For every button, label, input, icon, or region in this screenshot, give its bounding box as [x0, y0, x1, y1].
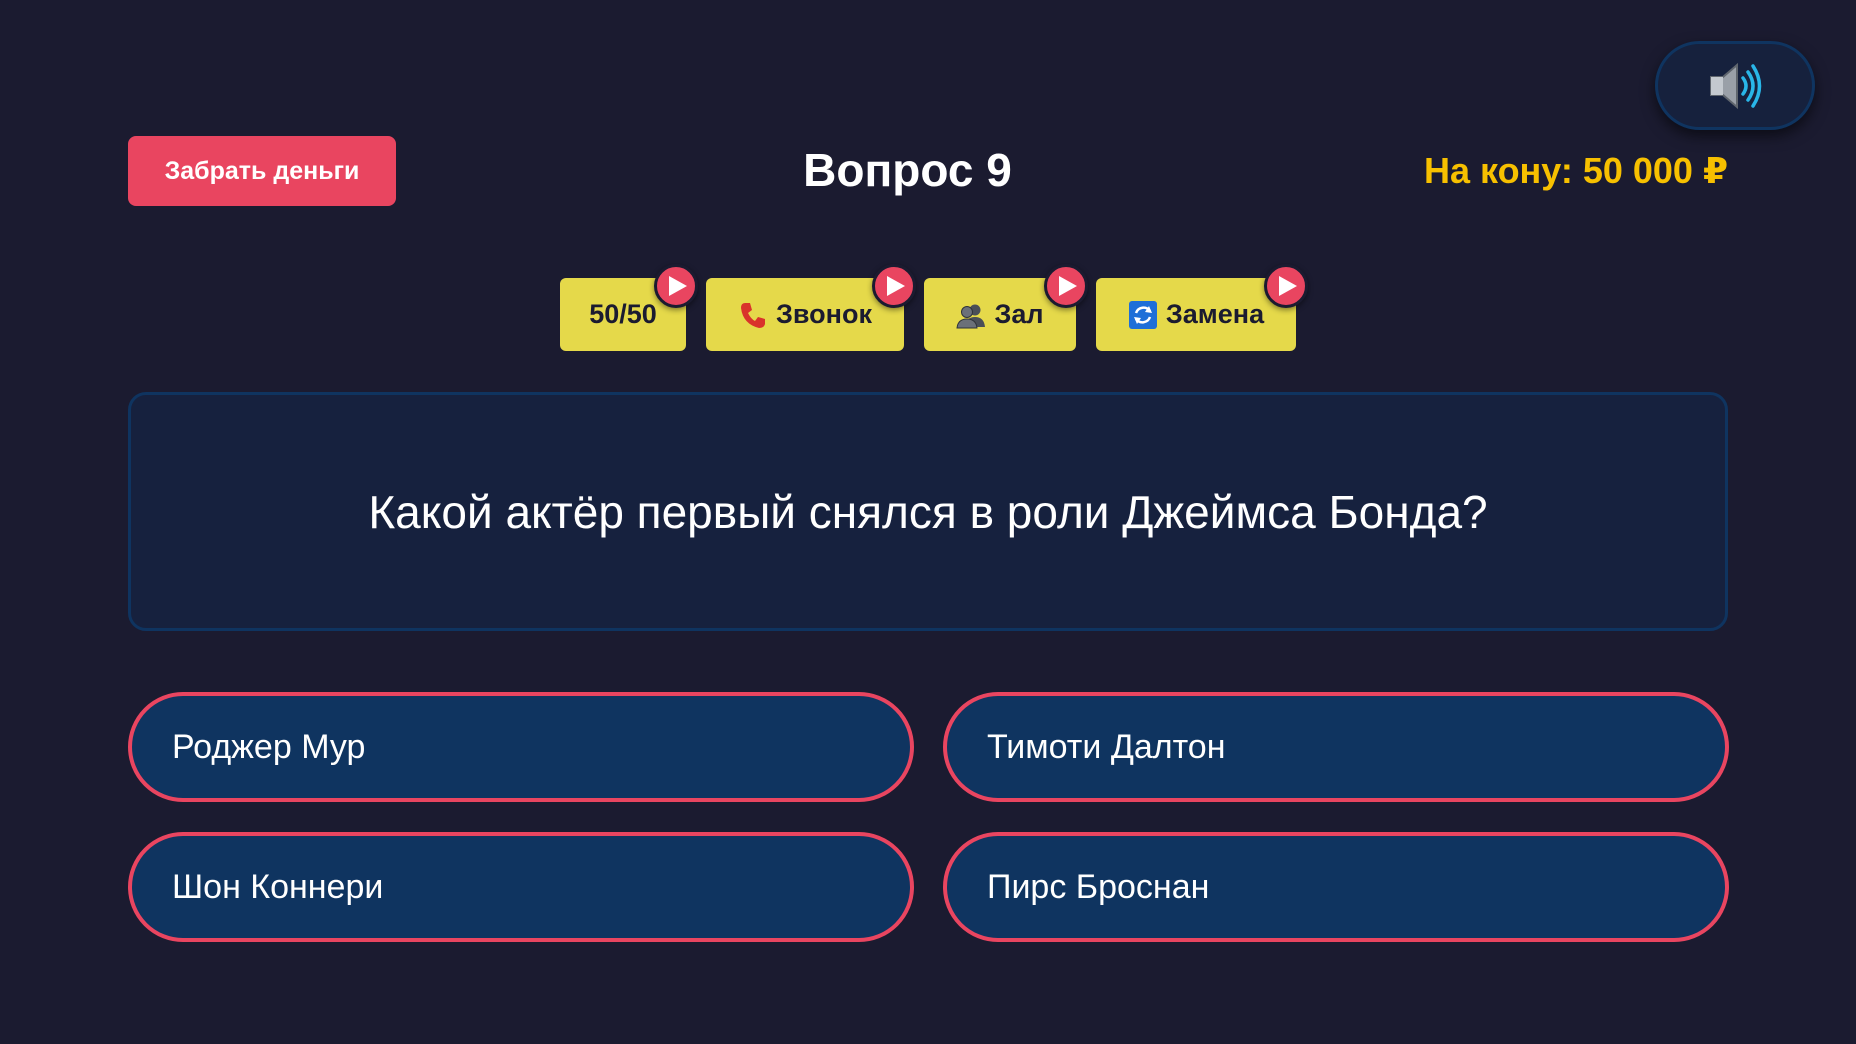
answer-text: Шон Коннери — [172, 867, 384, 906]
lifeline-label: Звонок — [776, 299, 872, 329]
question-number: Вопрос 9 — [803, 144, 1012, 196]
play-icon[interactable] — [1044, 264, 1088, 308]
game-screen: Забрать деньги Вопрос 9 На кону: 50 000 … — [0, 0, 1856, 1044]
audience-icon — [956, 300, 986, 330]
lifeline-label: Зал — [994, 299, 1044, 329]
prize-at-stake: На кону: 50 000 ₽ — [1424, 150, 1728, 191]
lifeline-swap[interactable]: Замена — [1096, 264, 1308, 351]
play-icon[interactable] — [1264, 264, 1308, 308]
speaker-sound-on-icon — [1710, 62, 1762, 109]
question-panel: Какой актёр первый снялся в роли Джеймса… — [128, 392, 1728, 631]
answer-option-d[interactable]: Пирс Броснан — [943, 832, 1729, 942]
sound-toggle-button[interactable] — [1655, 41, 1815, 130]
lifeline-label: 50/50 — [589, 299, 657, 329]
swap-icon — [1128, 300, 1158, 330]
phone-icon — [738, 300, 768, 330]
lifeline-phone[interactable]: Звонок — [706, 264, 916, 351]
take-money-button[interactable]: Забрать деньги — [128, 136, 396, 206]
answer-option-b[interactable]: Тимоти Далтон — [943, 692, 1729, 802]
answer-text: Роджер Мур — [172, 727, 366, 766]
play-icon[interactable] — [872, 264, 916, 308]
lifeline-fifty-fifty[interactable]: 50/50 — [560, 264, 698, 351]
lifeline-label: Замена — [1165, 299, 1265, 329]
lifeline-audience[interactable]: Зал — [924, 264, 1088, 351]
play-icon[interactable] — [654, 264, 698, 308]
answer-text: Тимоти Далтон — [987, 727, 1226, 766]
answer-option-c[interactable]: Шон Коннери — [128, 832, 914, 942]
question-text: Какой актёр первый снялся в роли Джеймса… — [368, 485, 1488, 538]
answer-text: Пирс Броснан — [987, 867, 1210, 906]
answer-option-a[interactable]: Роджер Мур — [128, 692, 914, 802]
